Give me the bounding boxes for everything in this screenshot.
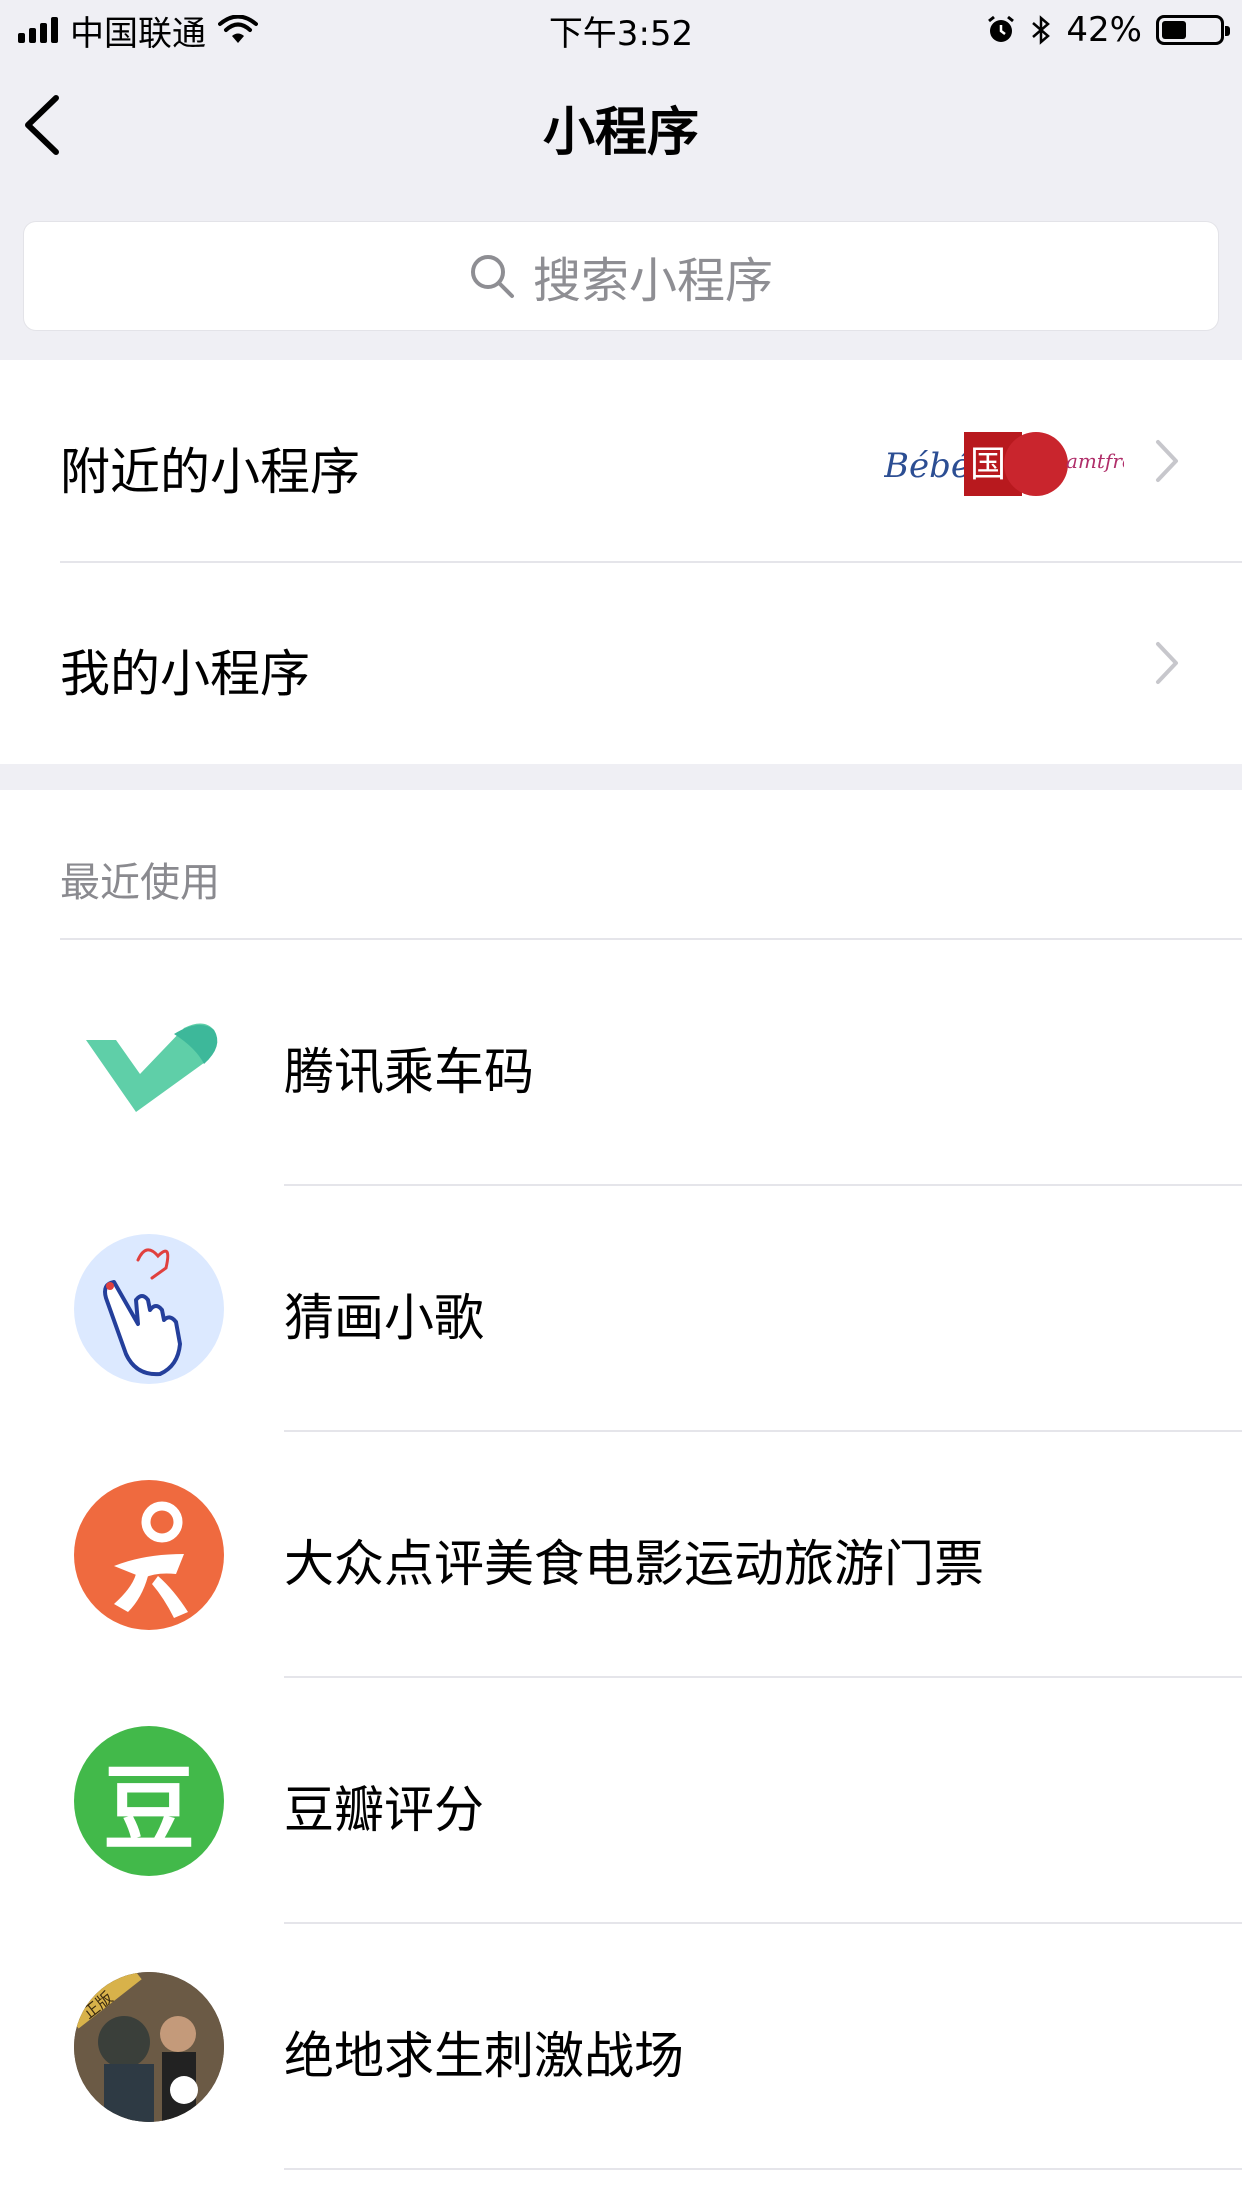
- chevron-right-icon: [1156, 440, 1178, 482]
- signal-icon: [18, 17, 58, 43]
- douban-icon: 豆: [74, 1726, 224, 1876]
- wifi-icon: [218, 15, 258, 43]
- nearby-label: 附近的小程序: [60, 443, 360, 501]
- list-item-guess-drawing[interactable]: 猜画小歌: [0, 1186, 1242, 1432]
- dianping-icon: [74, 1480, 224, 1630]
- douban-glyph: 豆: [102, 1755, 195, 1863]
- tencent-ride-code-icon: [74, 988, 224, 1138]
- battery-fill: [1162, 21, 1186, 39]
- divider: [284, 2168, 1242, 2170]
- status-right: 42%: [986, 10, 1242, 50]
- carrier-name: 中国联通: [70, 13, 206, 54]
- thumbnail-text-amtfree: amtfree: [1066, 449, 1124, 473]
- thumbnail-text-guo: 国: [970, 444, 1006, 485]
- thumbnail-text-bebe: Bébé: [884, 446, 971, 486]
- search-placeholder: 搜索小程序: [532, 253, 773, 309]
- my-label: 我的小程序: [60, 645, 310, 703]
- list-item-pubg[interactable]: 正版 绝地求生刺激战场: [0, 1924, 1242, 2170]
- alarm-icon: [988, 15, 1015, 42]
- search-icon: [470, 255, 514, 298]
- menu-group: 附近的小程序 Bébé 国 amtfree 我的小程序: [0, 360, 1242, 764]
- pointing-hand-icon: [74, 1234, 224, 1384]
- status-left: 中国联通: [0, 6, 258, 55]
- recent-section: 最近使用 腾讯乘车码 猜画小歌 大众点评美食电影运动旅游门票 豆 豆瓣评分 正版…: [0, 790, 1242, 2208]
- list-item-douban[interactable]: 豆 豆瓣评分: [0, 1678, 1242, 1924]
- nearby-logos-icon: Bébé 国 amtfree: [883, 432, 1146, 496]
- app-name: 腾讯乘车码: [284, 1043, 534, 1101]
- pubg-avatar-icon: 正版: [74, 1972, 224, 2122]
- nearby-mini-programs-row[interactable]: 附近的小程序 Bébé 国 amtfree: [0, 360, 1242, 562]
- page-title: 小程序: [542, 103, 699, 163]
- bluetooth-icon: [1032, 15, 1051, 45]
- battery-icon: [1156, 15, 1230, 45]
- battery-percent: 42%: [1066, 10, 1142, 50]
- list-item-dianping[interactable]: 大众点评美食电影运动旅游门票: [0, 1432, 1242, 1678]
- app-name: 豆瓣评分: [284, 1781, 484, 1839]
- section-title: 最近使用: [60, 860, 220, 906]
- chevron-right-icon: [1156, 642, 1178, 684]
- app-name: 猜画小歌: [284, 1289, 484, 1347]
- navigation-bar: 小程序: [0, 60, 1242, 190]
- status-bar: 中国联通 下午3:52 42%: [0, 0, 1242, 60]
- my-mini-programs-row[interactable]: 我的小程序: [0, 562, 1242, 764]
- app-name: 绝地求生刺激战场: [284, 2027, 684, 2085]
- search-bar[interactable]: 搜索小程序: [24, 222, 1218, 330]
- app-name: 大众点评美食电影运动旅游门票: [284, 1535, 984, 1593]
- status-time: 下午3:52: [548, 13, 694, 54]
- list-item-tencent-ride-code[interactable]: 腾讯乘车码: [0, 940, 1242, 1186]
- nearby-thumbnails: Bébé 国 amtfree: [883, 424, 1146, 504]
